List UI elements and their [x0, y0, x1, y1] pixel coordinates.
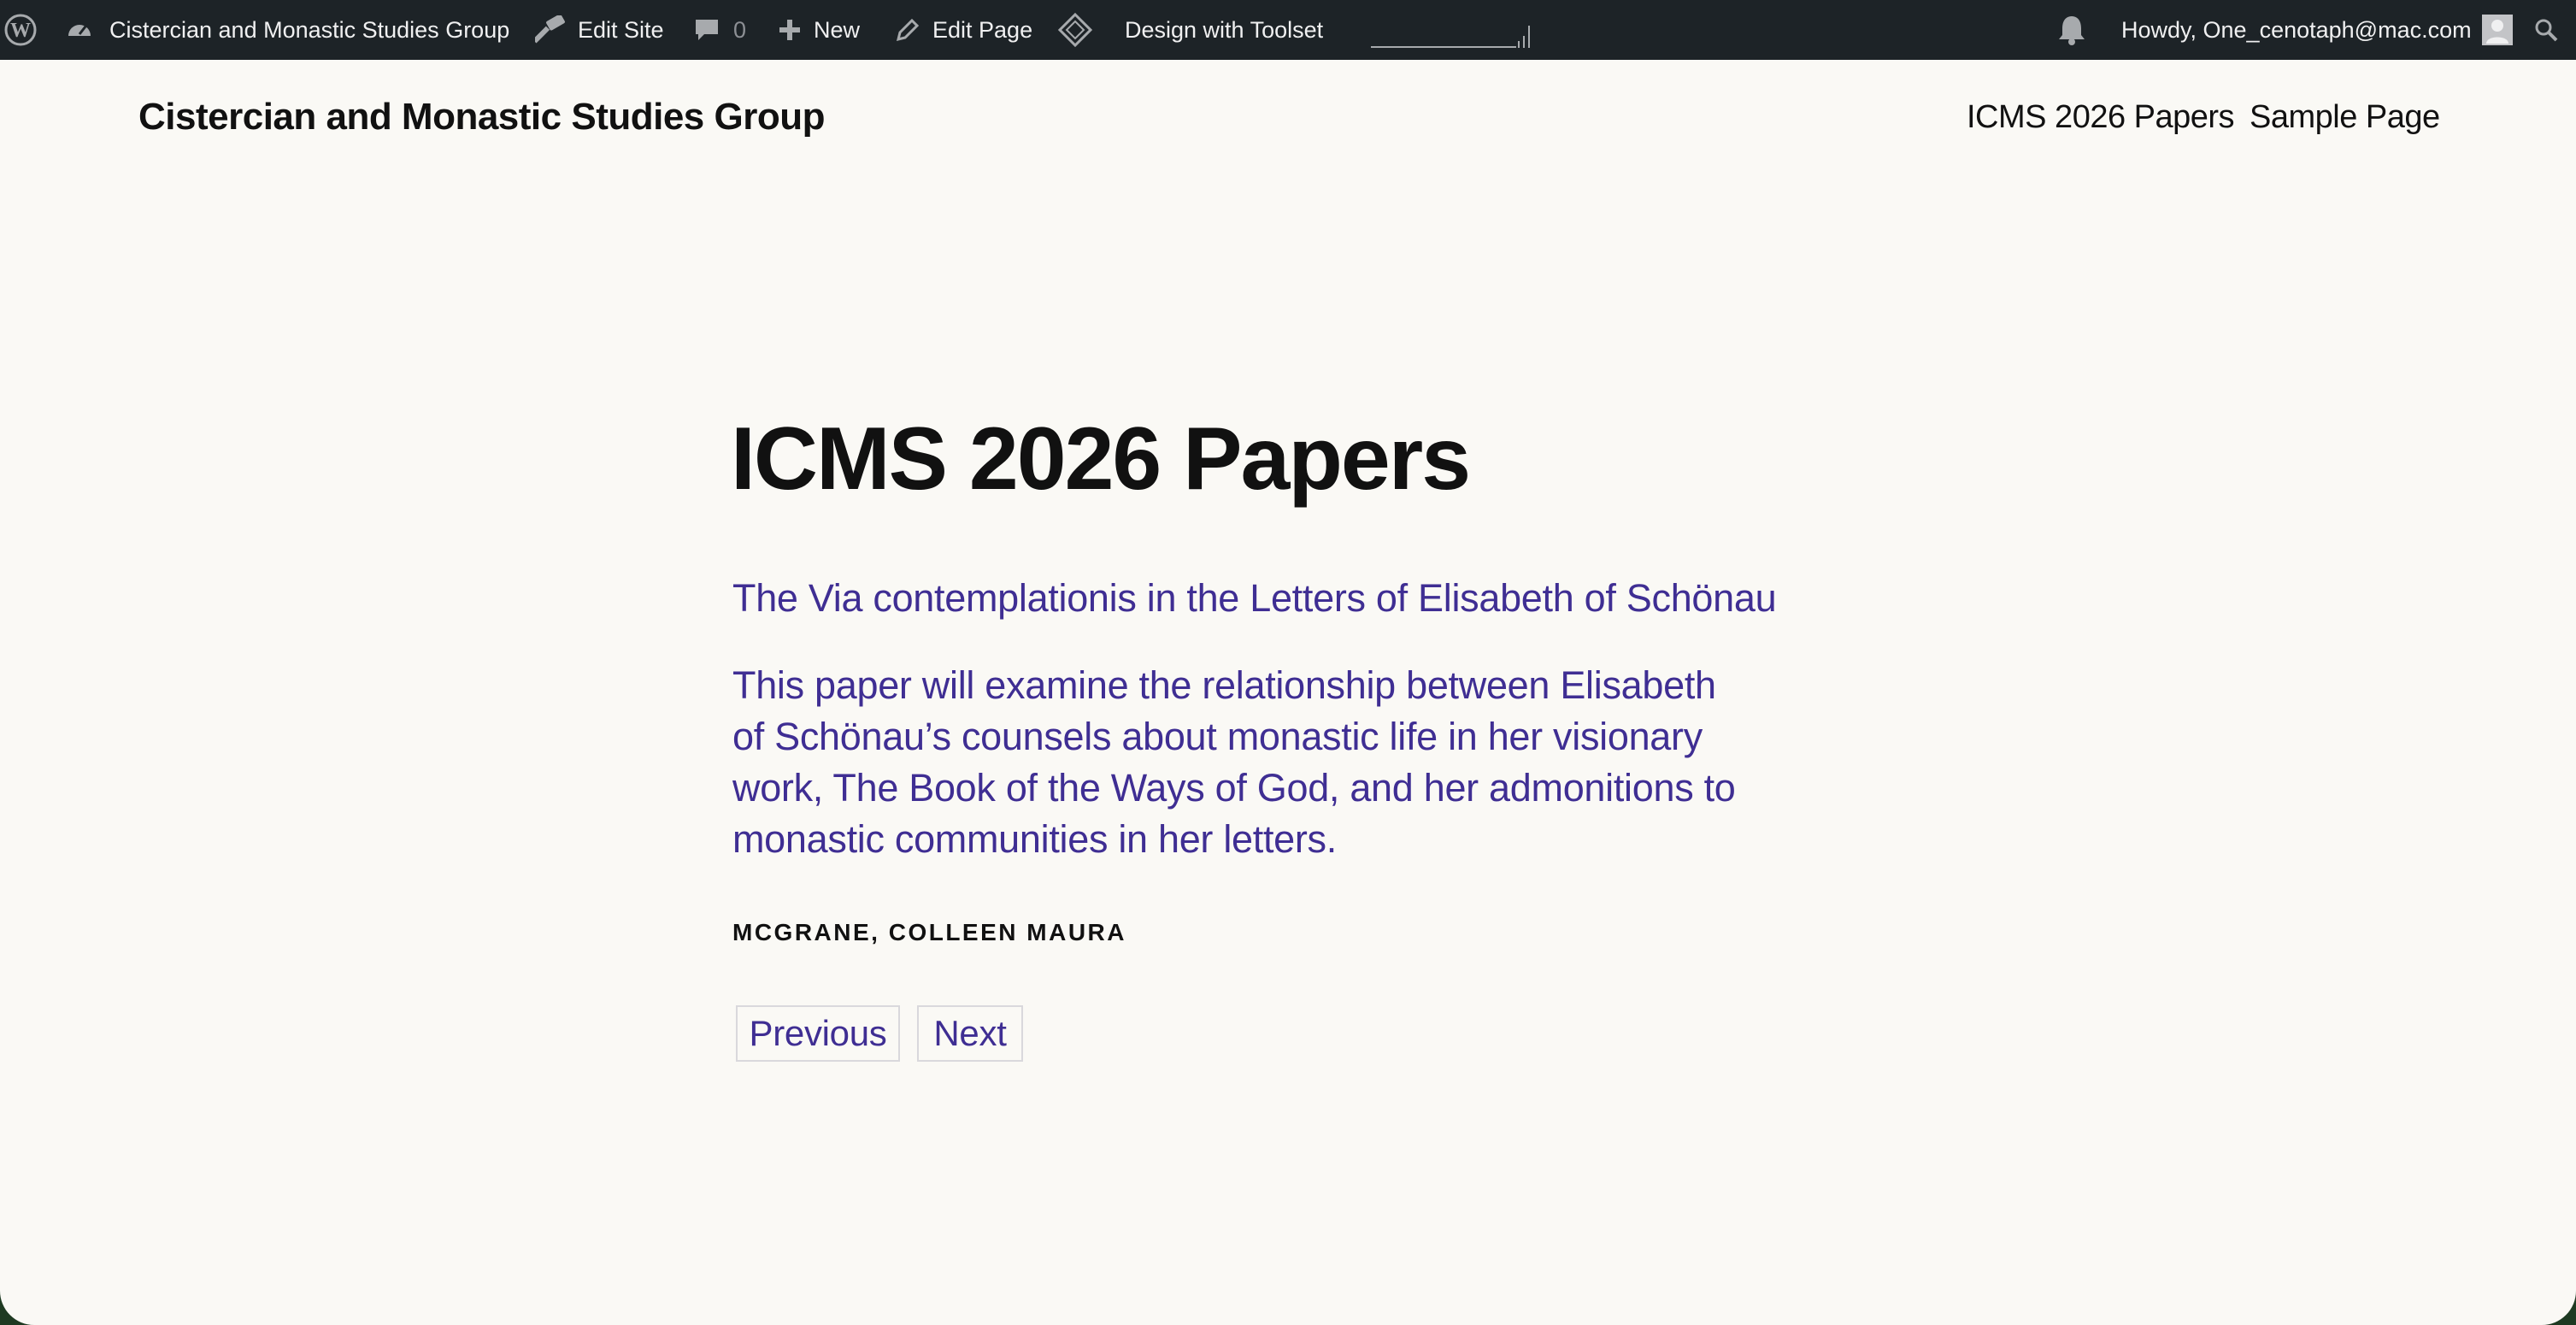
- notifications-button[interactable]: [2056, 0, 2087, 60]
- bell-icon: [2056, 14, 2087, 46]
- wordpress-logo-icon: W: [3, 13, 38, 47]
- new-label: New: [814, 16, 861, 43]
- account-menu[interactable]: Howdy, One_cenotaph@mac.com: [2121, 0, 2513, 60]
- previous-button[interactable]: Previous: [736, 1005, 900, 1062]
- abstract-line: monastic communities in her letters.: [732, 817, 1337, 861]
- avatar-icon: [2481, 15, 2513, 45]
- site-name-menu[interactable]: Cistercian and Monastic Studies Group: [65, 0, 509, 60]
- page-title: ICMS 2026 Papers: [731, 409, 1471, 509]
- howdy-greeting: Howdy, One_cenotaph@mac.com: [2121, 16, 2472, 43]
- edit-page-label: Edit Page: [932, 16, 1033, 43]
- comment-icon: [694, 17, 720, 43]
- comments-count: 0: [733, 16, 747, 43]
- new-content-button[interactable]: New: [778, 0, 860, 60]
- paper-title-link[interactable]: The Via contemplationis in the Letters o…: [732, 576, 1777, 621]
- nav-icms-2026-papers[interactable]: ICMS 2026 Papers: [1967, 99, 2235, 136]
- abstract-line: work, The Book of the Ways of God, and h…: [732, 766, 1736, 810]
- admin-search-button[interactable]: [2533, 0, 2559, 60]
- browser-window: W Cistercian and Monastic Studies Group …: [0, 0, 2576, 1325]
- comments-button[interactable]: 0: [694, 0, 746, 60]
- nav-sample-page[interactable]: Sample Page: [2250, 99, 2440, 136]
- abstract-line: of Schönau’s counsels about monastic lif…: [732, 715, 1703, 758]
- toolset-label: Design with Toolset: [1125, 16, 1324, 43]
- paper-abstract: This paper will examine the relationship…: [732, 660, 1741, 865]
- edit-site-button[interactable]: Edit Site: [535, 0, 664, 60]
- site-title-link[interactable]: Cistercian and Monastic Studies Group: [138, 96, 825, 138]
- paper-author: MCGRANE, COLLEEN MAURA: [732, 919, 1126, 945]
- activity-graph: [1371, 0, 1533, 60]
- edit-site-label: Edit Site: [578, 16, 664, 43]
- hammer-icon: [535, 15, 566, 44]
- plus-icon: [778, 18, 802, 42]
- wordpress-logo-button[interactable]: W: [3, 0, 38, 60]
- abstract-line: This paper will examine the relationship…: [732, 663, 1716, 707]
- svg-text:W: W: [10, 20, 31, 42]
- next-button[interactable]: Next: [917, 1005, 1023, 1062]
- admin-bar: W Cistercian and Monastic Studies Group …: [0, 0, 2576, 60]
- search-icon: [2533, 17, 2559, 43]
- pencil-icon: [895, 17, 920, 43]
- edit-page-button[interactable]: Edit Page: [895, 0, 1032, 60]
- toolset-icon: [1058, 13, 1092, 47]
- site-name-label: Cistercian and Monastic Studies Group: [109, 16, 510, 43]
- dashboard-icon: [65, 15, 94, 44]
- toolset-button[interactable]: Design with Toolset: [1058, 0, 1323, 60]
